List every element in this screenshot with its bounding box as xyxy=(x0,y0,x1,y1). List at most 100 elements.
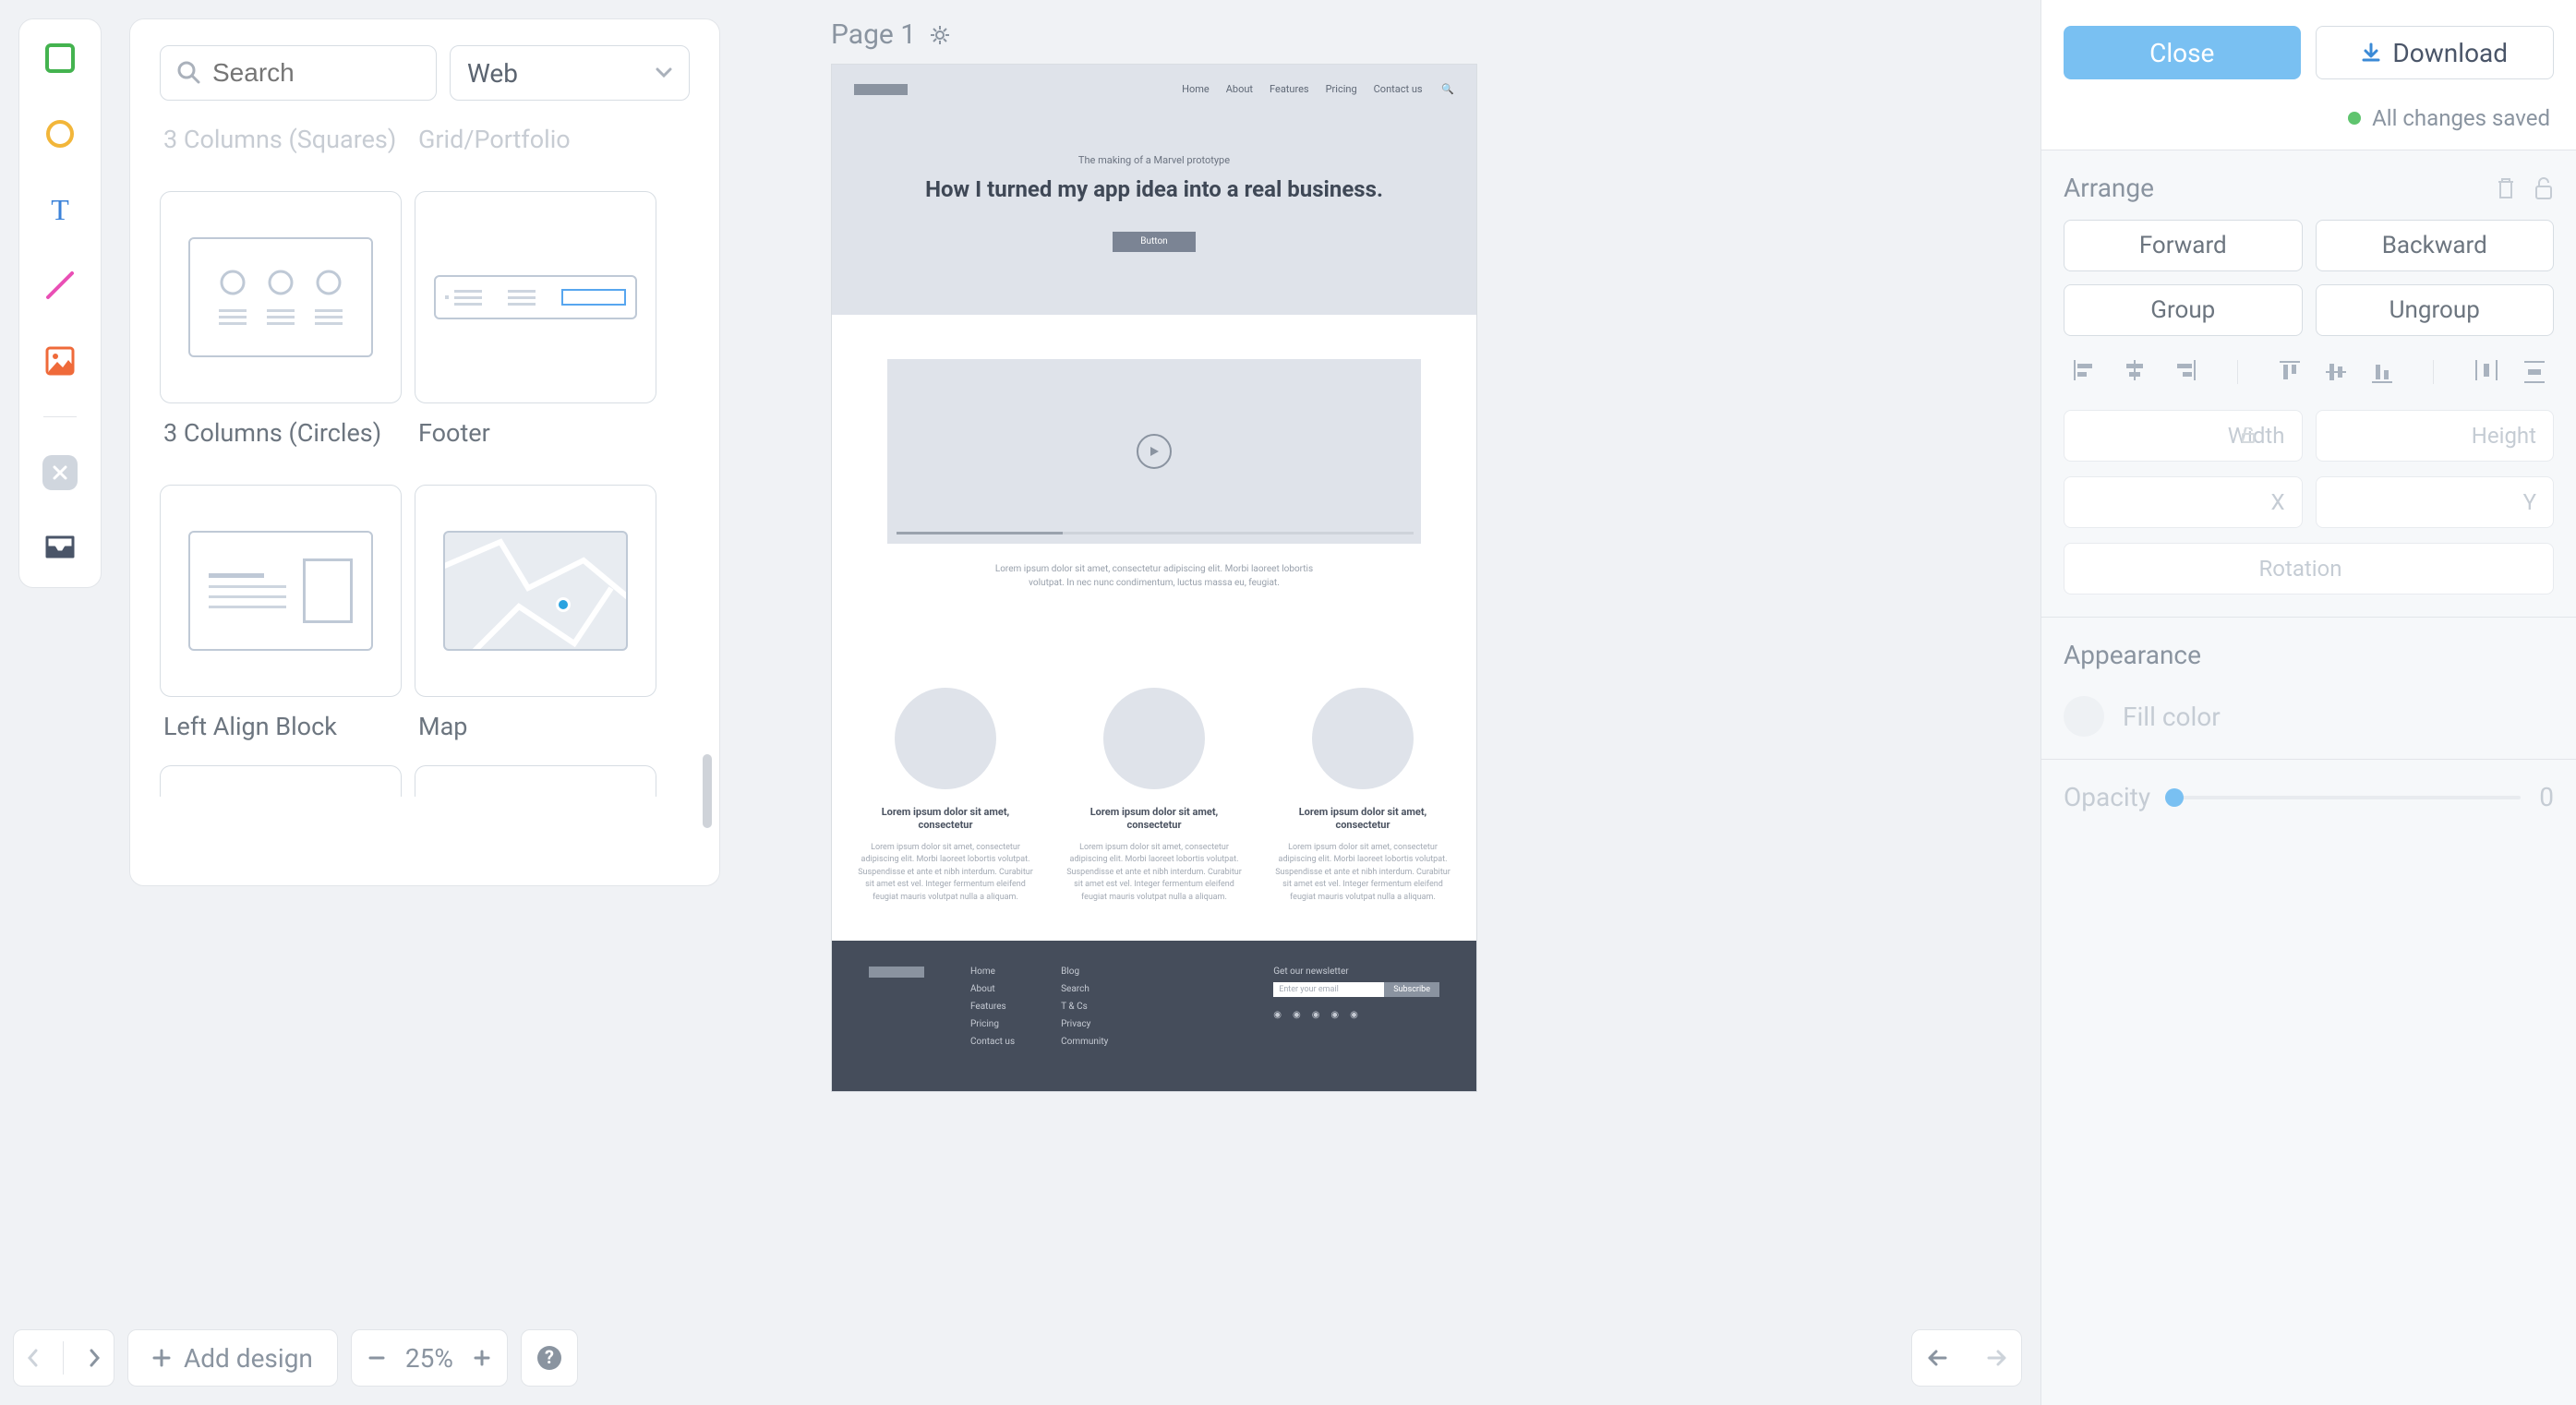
scrollbar[interactable] xyxy=(703,126,712,883)
chevron-down-icon xyxy=(656,67,672,78)
mock-logo xyxy=(854,84,908,95)
lock-icon[interactable] xyxy=(2534,176,2554,200)
fill-label: Fill color xyxy=(2123,702,2221,732)
category-value: Web xyxy=(467,58,518,89)
tile-label: 3 Columns (Squares) xyxy=(163,126,402,154)
appearance-title: Appearance xyxy=(2064,640,2554,670)
zoom-value: 25% xyxy=(405,1343,453,1374)
undo-button[interactable] xyxy=(1927,1349,1953,1367)
distribute-h-icon[interactable] xyxy=(2474,360,2498,384)
search-input[interactable] xyxy=(160,45,437,101)
tile-left-align-block[interactable] xyxy=(160,485,402,697)
mock-footer: HomeAboutFeaturesPricingContact us BlogS… xyxy=(832,941,1476,1091)
distribute-v-icon[interactable] xyxy=(2524,360,2545,384)
tile-label: 3 Columns (Circles) xyxy=(163,418,402,448)
next-page-button[interactable] xyxy=(89,1348,102,1368)
left-toolbar: T xyxy=(18,18,102,588)
lock-icon xyxy=(2241,427,2256,444)
tile-partial[interactable] xyxy=(160,765,402,797)
bottom-right-bar xyxy=(1911,1329,2022,1387)
tile-label: Left Align Block xyxy=(163,712,402,741)
opacity-label: Opacity xyxy=(2064,782,2150,812)
x-input[interactable]: X xyxy=(2064,476,2303,528)
align-center-v-icon[interactable] xyxy=(2326,360,2346,384)
group-button[interactable]: Group xyxy=(2064,284,2303,336)
tile-partial[interactable] xyxy=(415,765,656,797)
bottom-left-bar: Add design 25% ? xyxy=(13,1329,578,1387)
mock-title: How I turned my app idea into a real bus… xyxy=(854,175,1454,204)
add-design-button[interactable]: Add design xyxy=(127,1329,338,1387)
align-top-icon[interactable] xyxy=(2280,360,2300,384)
arrange-section: Arrange Forward Backward Group Ungroup xyxy=(2041,150,2576,618)
rectangle-tool[interactable] xyxy=(40,38,80,78)
right-panel: Close Download All changes saved Arrange… xyxy=(2040,0,2576,1405)
appearance-section: Appearance Fill color xyxy=(2041,618,2576,760)
tile-map[interactable] xyxy=(415,485,656,697)
download-button[interactable]: Download xyxy=(2316,26,2555,79)
text-tool[interactable]: T xyxy=(40,189,80,230)
save-status: All changes saved xyxy=(2041,105,2576,150)
page-label: Page 1 xyxy=(831,18,916,51)
plus-icon xyxy=(152,1349,171,1367)
mock-video xyxy=(887,359,1421,544)
image-tool[interactable] xyxy=(40,341,80,381)
mock-column: Lorem ipsum dolor sit amet, consecteturL… xyxy=(1270,688,1455,904)
play-icon xyxy=(1137,434,1172,469)
align-bottom-icon[interactable] xyxy=(2372,360,2392,384)
mock-nav: HomeAboutFeaturesPricingContact us 🔍 xyxy=(1165,83,1454,95)
ungroup-button[interactable]: Ungroup xyxy=(2316,284,2555,336)
close-panel-button[interactable] xyxy=(40,452,80,493)
undo-redo xyxy=(1911,1329,2022,1387)
align-left-icon[interactable] xyxy=(2073,360,2097,384)
mock-subtitle: The making of a Marvel prototype xyxy=(854,154,1454,166)
trash-icon[interactable] xyxy=(2495,176,2517,200)
align-right-icon[interactable] xyxy=(2173,360,2197,384)
close-button[interactable]: Close xyxy=(2064,26,2301,79)
align-row xyxy=(2064,349,2554,395)
align-center-h-icon[interactable] xyxy=(2123,360,2147,384)
opacity-section: Opacity 0 xyxy=(2041,760,2576,835)
tile-footer[interactable] xyxy=(415,191,656,403)
mock-paragraph: Lorem ipsum dolor sit amet, consectetur … xyxy=(887,544,1421,608)
svg-text:T: T xyxy=(51,194,69,225)
gear-icon[interactable] xyxy=(929,24,951,46)
height-input[interactable]: Height xyxy=(2316,410,2555,462)
line-tool[interactable] xyxy=(40,265,80,306)
components-panel: Web 3 Columns (Squares) Grid/Portfolio xyxy=(129,18,720,886)
search-icon xyxy=(176,60,200,84)
y-input[interactable]: Y xyxy=(2316,476,2555,528)
width-input[interactable]: Width xyxy=(2064,410,2303,462)
page-nav xyxy=(13,1329,114,1387)
tile-label: Footer xyxy=(418,418,656,448)
backward-button[interactable]: Backward xyxy=(2316,220,2555,271)
zoom-in-button[interactable] xyxy=(474,1350,490,1366)
prev-page-button[interactable] xyxy=(26,1348,39,1368)
scrollbar-thumb[interactable] xyxy=(703,754,712,828)
download-icon xyxy=(2361,42,2381,63)
page-mockup[interactable]: HomeAboutFeaturesPricingContact us 🔍 The… xyxy=(831,64,1477,1092)
tile-label: Grid/Portfolio xyxy=(418,126,656,154)
zoom-out-button[interactable] xyxy=(368,1350,385,1366)
zoom-control: 25% xyxy=(351,1329,508,1387)
arrange-title: Arrange xyxy=(2064,173,2154,203)
tile-label: Map xyxy=(418,712,656,741)
rotation-input[interactable]: Rotation xyxy=(2064,543,2554,594)
toolbar-divider xyxy=(43,416,77,417)
tile-3-columns-circles[interactable] xyxy=(160,191,402,403)
mock-column: Lorem ipsum dolor sit amet, consecteturL… xyxy=(1062,688,1246,904)
mock-column: Lorem ipsum dolor sit amet, consecteturL… xyxy=(853,688,1038,904)
inbox-tool[interactable] xyxy=(40,528,80,569)
redo-button[interactable] xyxy=(1981,1349,2007,1367)
opacity-slider[interactable] xyxy=(2169,796,2521,799)
opacity-value: 0 xyxy=(2539,782,2554,812)
svg-text:?: ? xyxy=(545,1346,554,1368)
fill-swatch[interactable] xyxy=(2064,696,2104,737)
slider-knob[interactable] xyxy=(2165,788,2184,807)
canvas: Page 1 HomeAboutFeaturesPricingContact u… xyxy=(831,18,1477,1092)
components-scroll: 3 Columns (Squares) Grid/Portfolio xyxy=(160,126,719,883)
category-select[interactable]: Web xyxy=(450,45,690,101)
forward-button[interactable]: Forward xyxy=(2064,220,2303,271)
circle-tool[interactable] xyxy=(40,114,80,154)
help-button[interactable]: ? xyxy=(521,1329,578,1387)
search-box xyxy=(160,45,437,101)
